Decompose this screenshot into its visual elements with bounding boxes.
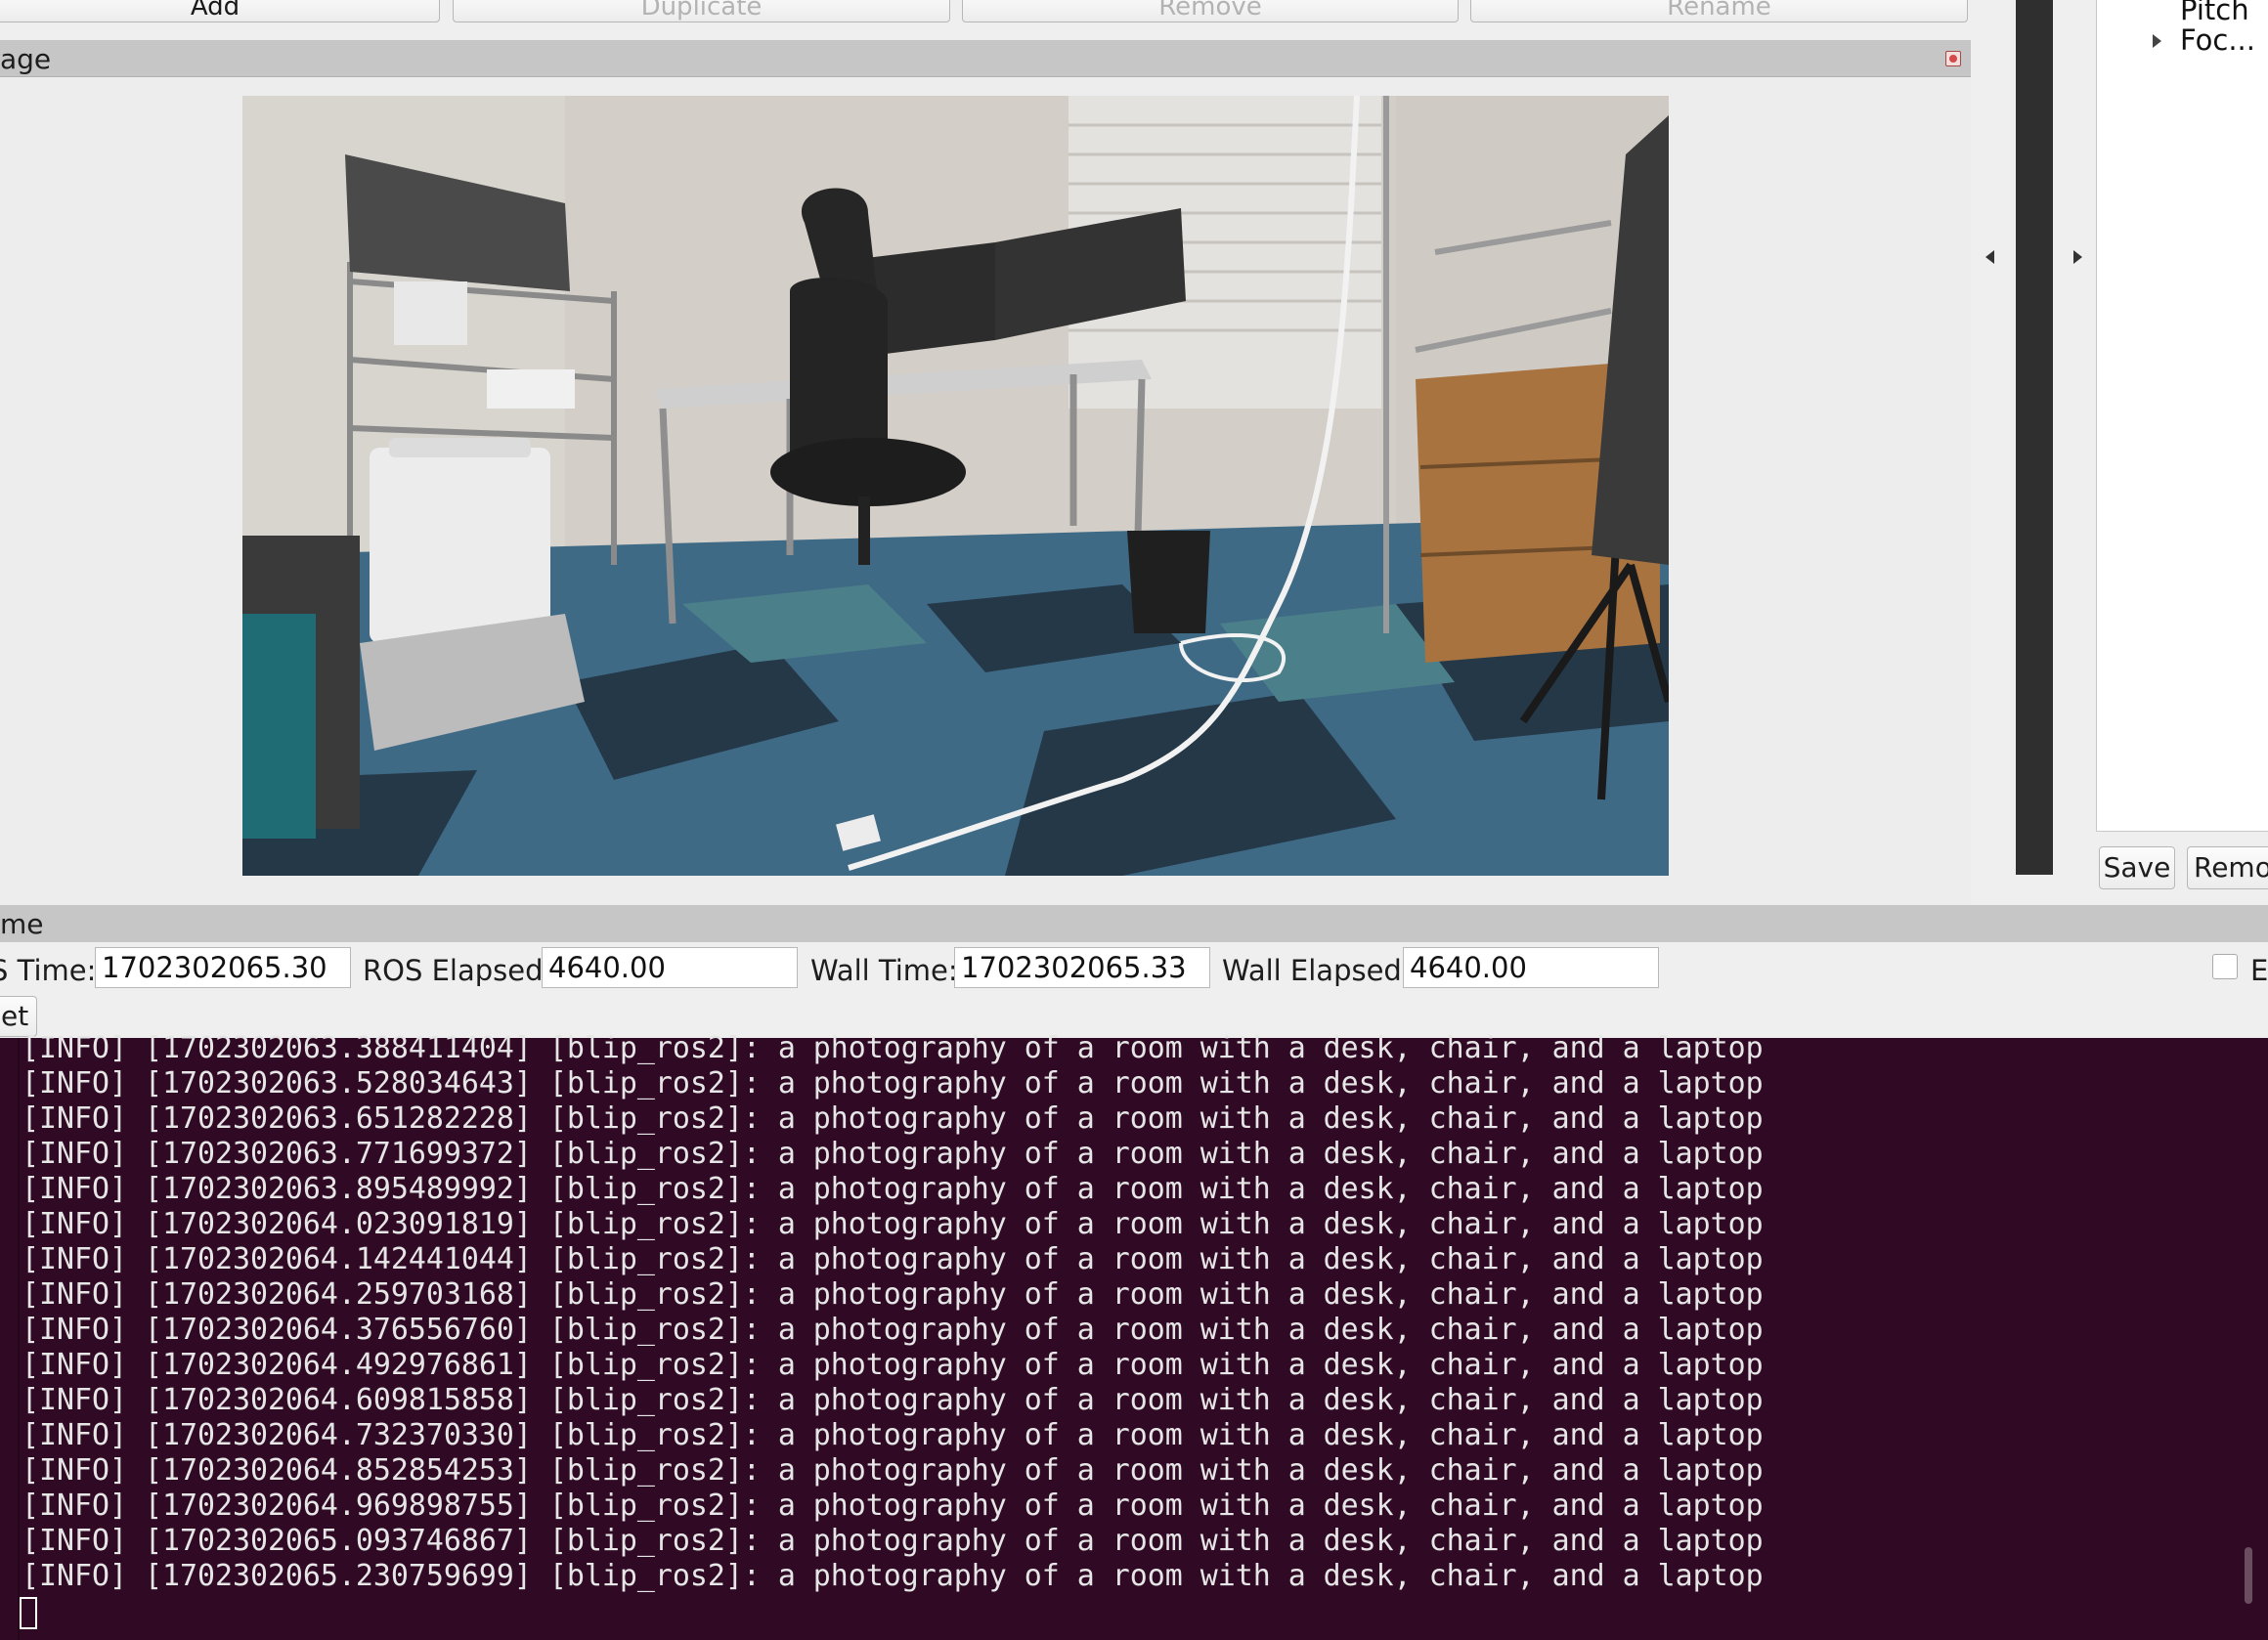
save-button[interactable]: Save	[2099, 846, 2175, 889]
terminal-line: [INFO] [1702302064.969898755] [blip_ros2…	[22, 1489, 1764, 1523]
wall-elapsed-label: Wall Elapsed:	[1222, 954, 1412, 987]
tree-item-focal[interactable]: Foc...	[2180, 23, 2255, 57]
ros-time-field[interactable]: 1702302065.30	[95, 947, 351, 988]
time-panel-title: me	[0, 908, 44, 940]
rename-button[interactable]: Rename	[1470, 0, 1968, 22]
terminal-left-border	[18, 1038, 20, 1640]
properties-tree	[2096, 0, 2268, 832]
wall-time-label: Wall Time:	[810, 954, 958, 987]
terminal-line: [INFO] [1702302065.093746867] [blip_ros2…	[22, 1524, 1764, 1558]
terminal-line: [INFO] [1702302064.259703168] [blip_ros2…	[22, 1277, 1764, 1312]
close-icon[interactable]	[1945, 51, 1961, 66]
terminal-line: [INFO] [1702302065.230759699] [blip_ros2…	[22, 1559, 1764, 1593]
image-panel-title: age	[0, 43, 52, 75]
tree-item-pitch[interactable]: Pitch	[2180, 0, 2249, 26]
wall-elapsed-field[interactable]: 4640.00	[1403, 947, 1659, 988]
terminal-line: [INFO] [1702302063.388411404] [blip_ros2…	[22, 1031, 1764, 1065]
remove-config-button[interactable]: Remo	[2187, 846, 2268, 889]
ros-elapsed-label: ROS Elapsed:	[363, 954, 553, 987]
image-panel-title-bar: age	[0, 40, 1971, 77]
terminal-line: [INFO] [1702302063.771699372] [blip_ros2…	[22, 1137, 1764, 1171]
wall-time-field[interactable]: 1702302065.33	[954, 947, 1210, 988]
terminal-line: [INFO] [1702302064.609815858] [blip_ros2…	[22, 1383, 1764, 1417]
ros-elapsed-field[interactable]: 4640.00	[542, 947, 798, 988]
terminal-line: [INFO] [1702302064.376556760] [blip_ros2…	[22, 1313, 1764, 1347]
collapse-right-icon[interactable]	[2073, 250, 2082, 264]
collapse-left-icon[interactable]	[1985, 250, 1994, 264]
checkbox-label: E	[2250, 954, 2268, 987]
ros-time-label: S Time:	[0, 954, 97, 987]
add-button[interactable]: Add	[0, 0, 440, 22]
terminal-line: [INFO] [1702302063.651282228] [blip_ros2…	[22, 1101, 1764, 1136]
terminal-cursor	[20, 1597, 37, 1629]
duplicate-button[interactable]: Duplicate	[453, 0, 950, 22]
experimental-checkbox[interactable]	[2212, 954, 2238, 979]
expand-arrow-icon[interactable]	[2153, 34, 2161, 48]
terminal-line: [INFO] [1702302064.732370330] [blip_ros2…	[22, 1418, 1764, 1452]
terminal-line: [INFO] [1702302064.023091819] [blip_ros2…	[22, 1207, 1764, 1241]
terminal-line: [INFO] [1702302064.492976861] [blip_ros2…	[22, 1348, 1764, 1382]
terminal-line: [INFO] [1702302064.142441044] [blip_ros2…	[22, 1242, 1764, 1276]
panel-splitter[interactable]	[2016, 0, 2053, 875]
terminal-line: [INFO] [1702302063.528034643] [blip_ros2…	[22, 1066, 1764, 1101]
terminal-scrollbar[interactable]	[2245, 1547, 2252, 1604]
time-panel-title-bar: me	[0, 905, 2268, 942]
terminal-line: [INFO] [1702302064.852854253] [blip_ros2…	[22, 1453, 1764, 1488]
remove-button[interactable]: Remove	[962, 0, 1459, 22]
camera-image	[242, 96, 1669, 876]
terminal-line: [INFO] [1702302063.895489992] [blip_ros2…	[22, 1172, 1764, 1206]
